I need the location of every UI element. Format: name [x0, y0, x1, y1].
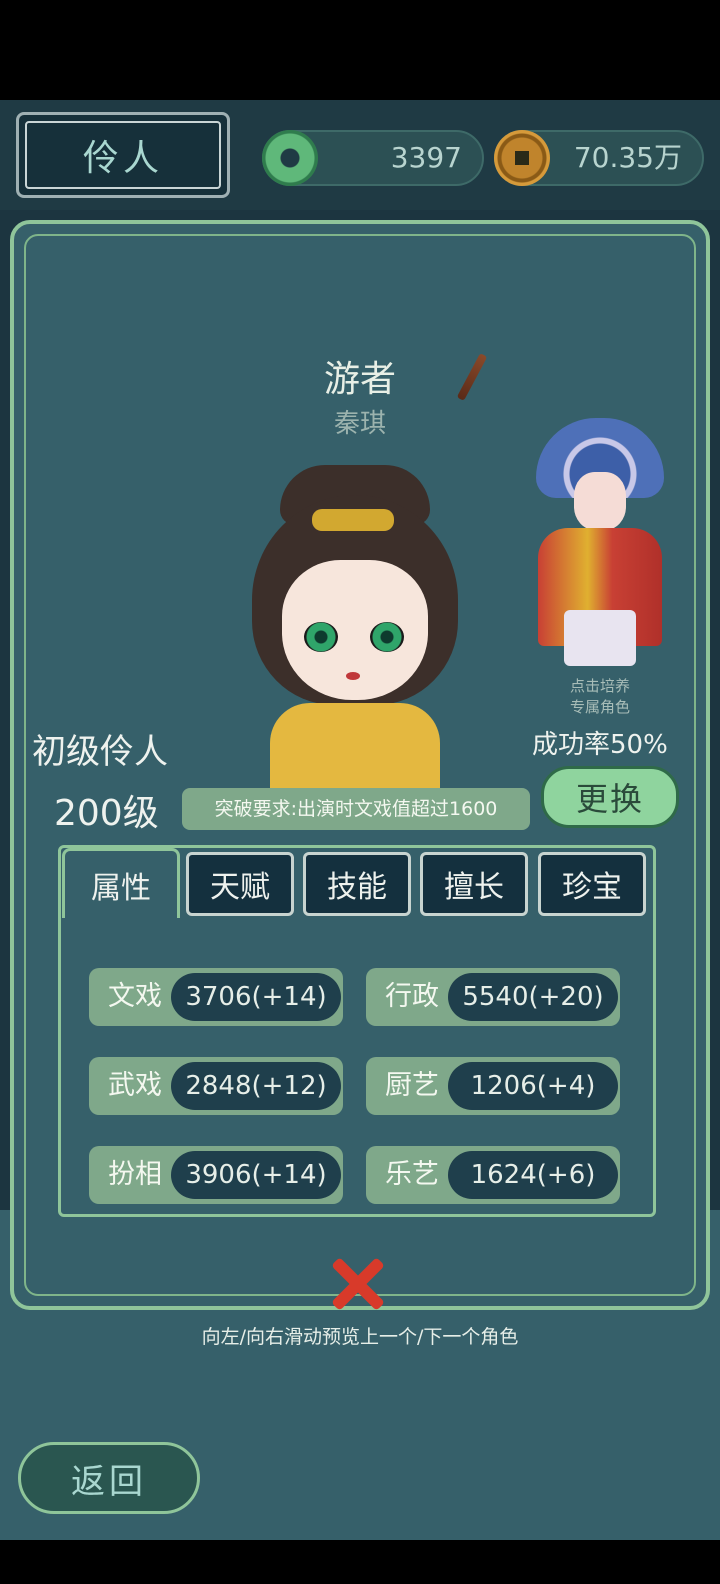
- exclusive-role-hint[interactable]: 点击培养 专属角色: [530, 676, 670, 718]
- stat-wenxi: 文戏 3706(+14): [89, 968, 343, 1026]
- stat-value: 3706(+14): [171, 973, 341, 1021]
- portrait-mouth: [346, 672, 360, 680]
- character-title: 游者: [323, 359, 396, 400]
- tab-skills[interactable]: 技能: [303, 852, 411, 916]
- portrait-left-eye: [304, 622, 338, 652]
- portrait-headpiece: [312, 509, 394, 531]
- character-rank: 初级伶人: [32, 732, 168, 772]
- character-level: 200级: [54, 793, 159, 834]
- stat-value: 1624(+6): [448, 1151, 618, 1199]
- stat-label: 乐艺: [385, 1159, 439, 1190]
- coin-currency[interactable]: 70.35万: [494, 130, 704, 186]
- jade-currency[interactable]: 3397: [262, 130, 484, 186]
- coin-icon: [494, 130, 550, 186]
- stat-yueyi: 乐艺 1624(+6): [366, 1146, 620, 1204]
- stat-chuyi: 厨艺 1206(+4): [366, 1057, 620, 1115]
- jade-amount: 3397: [390, 141, 462, 174]
- tab-treasure[interactable]: 珍宝: [538, 852, 646, 916]
- stat-wuxi: 武戏 2848(+12): [89, 1057, 343, 1115]
- navigation-bar: [0, 1540, 720, 1584]
- tab-talent[interactable]: 天赋: [186, 852, 294, 916]
- opera-face: [574, 472, 626, 530]
- status-bar: [0, 0, 720, 100]
- exclusive-hint-line2: 专属角色: [569, 698, 630, 716]
- stat-value: 2848(+12): [171, 1062, 341, 1110]
- coin-amount: 70.35万: [573, 141, 682, 174]
- stat-value: 3906(+14): [171, 1151, 341, 1199]
- character-portrait: [240, 465, 470, 790]
- stat-label: 行政: [385, 981, 439, 1012]
- stat-label: 扮相: [108, 1159, 162, 1190]
- stat-xingzheng: 行政 5540(+20): [366, 968, 620, 1026]
- portrait-face: [282, 560, 428, 700]
- exclusive-role-figure[interactable]: [530, 410, 670, 670]
- success-rate: 成功率50%: [532, 730, 668, 760]
- stat-value: 5540(+20): [448, 973, 618, 1021]
- portrait-right-eye: [370, 622, 404, 652]
- portrait-robe: [270, 703, 440, 790]
- stat-label: 文戏: [108, 981, 162, 1012]
- stat-value: 1206(+4): [448, 1062, 618, 1110]
- back-button[interactable]: 返回: [18, 1442, 200, 1514]
- stat-banxiang: 扮相 3906(+14): [89, 1146, 343, 1204]
- tab-specialty[interactable]: 擅长: [420, 852, 528, 916]
- opera-skirt: [564, 610, 636, 666]
- page-title-plate: 伶人: [16, 112, 230, 198]
- stat-label: 厨艺: [385, 1070, 439, 1101]
- stat-label: 武戏: [108, 1070, 162, 1101]
- page-title: 伶人: [82, 138, 163, 179]
- jade-icon: [262, 130, 318, 186]
- tab-attributes[interactable]: 属性: [62, 848, 180, 918]
- swipe-hint: 向左/向右滑动预览上一个/下一个角色: [201, 1326, 519, 1348]
- change-button[interactable]: 更换: [541, 766, 679, 828]
- breakthrough-requirement: 突破要求:出演时文戏值超过1600: [182, 788, 530, 830]
- close-icon[interactable]: [330, 1258, 386, 1308]
- exclusive-hint-line1: 点击培养: [569, 677, 630, 695]
